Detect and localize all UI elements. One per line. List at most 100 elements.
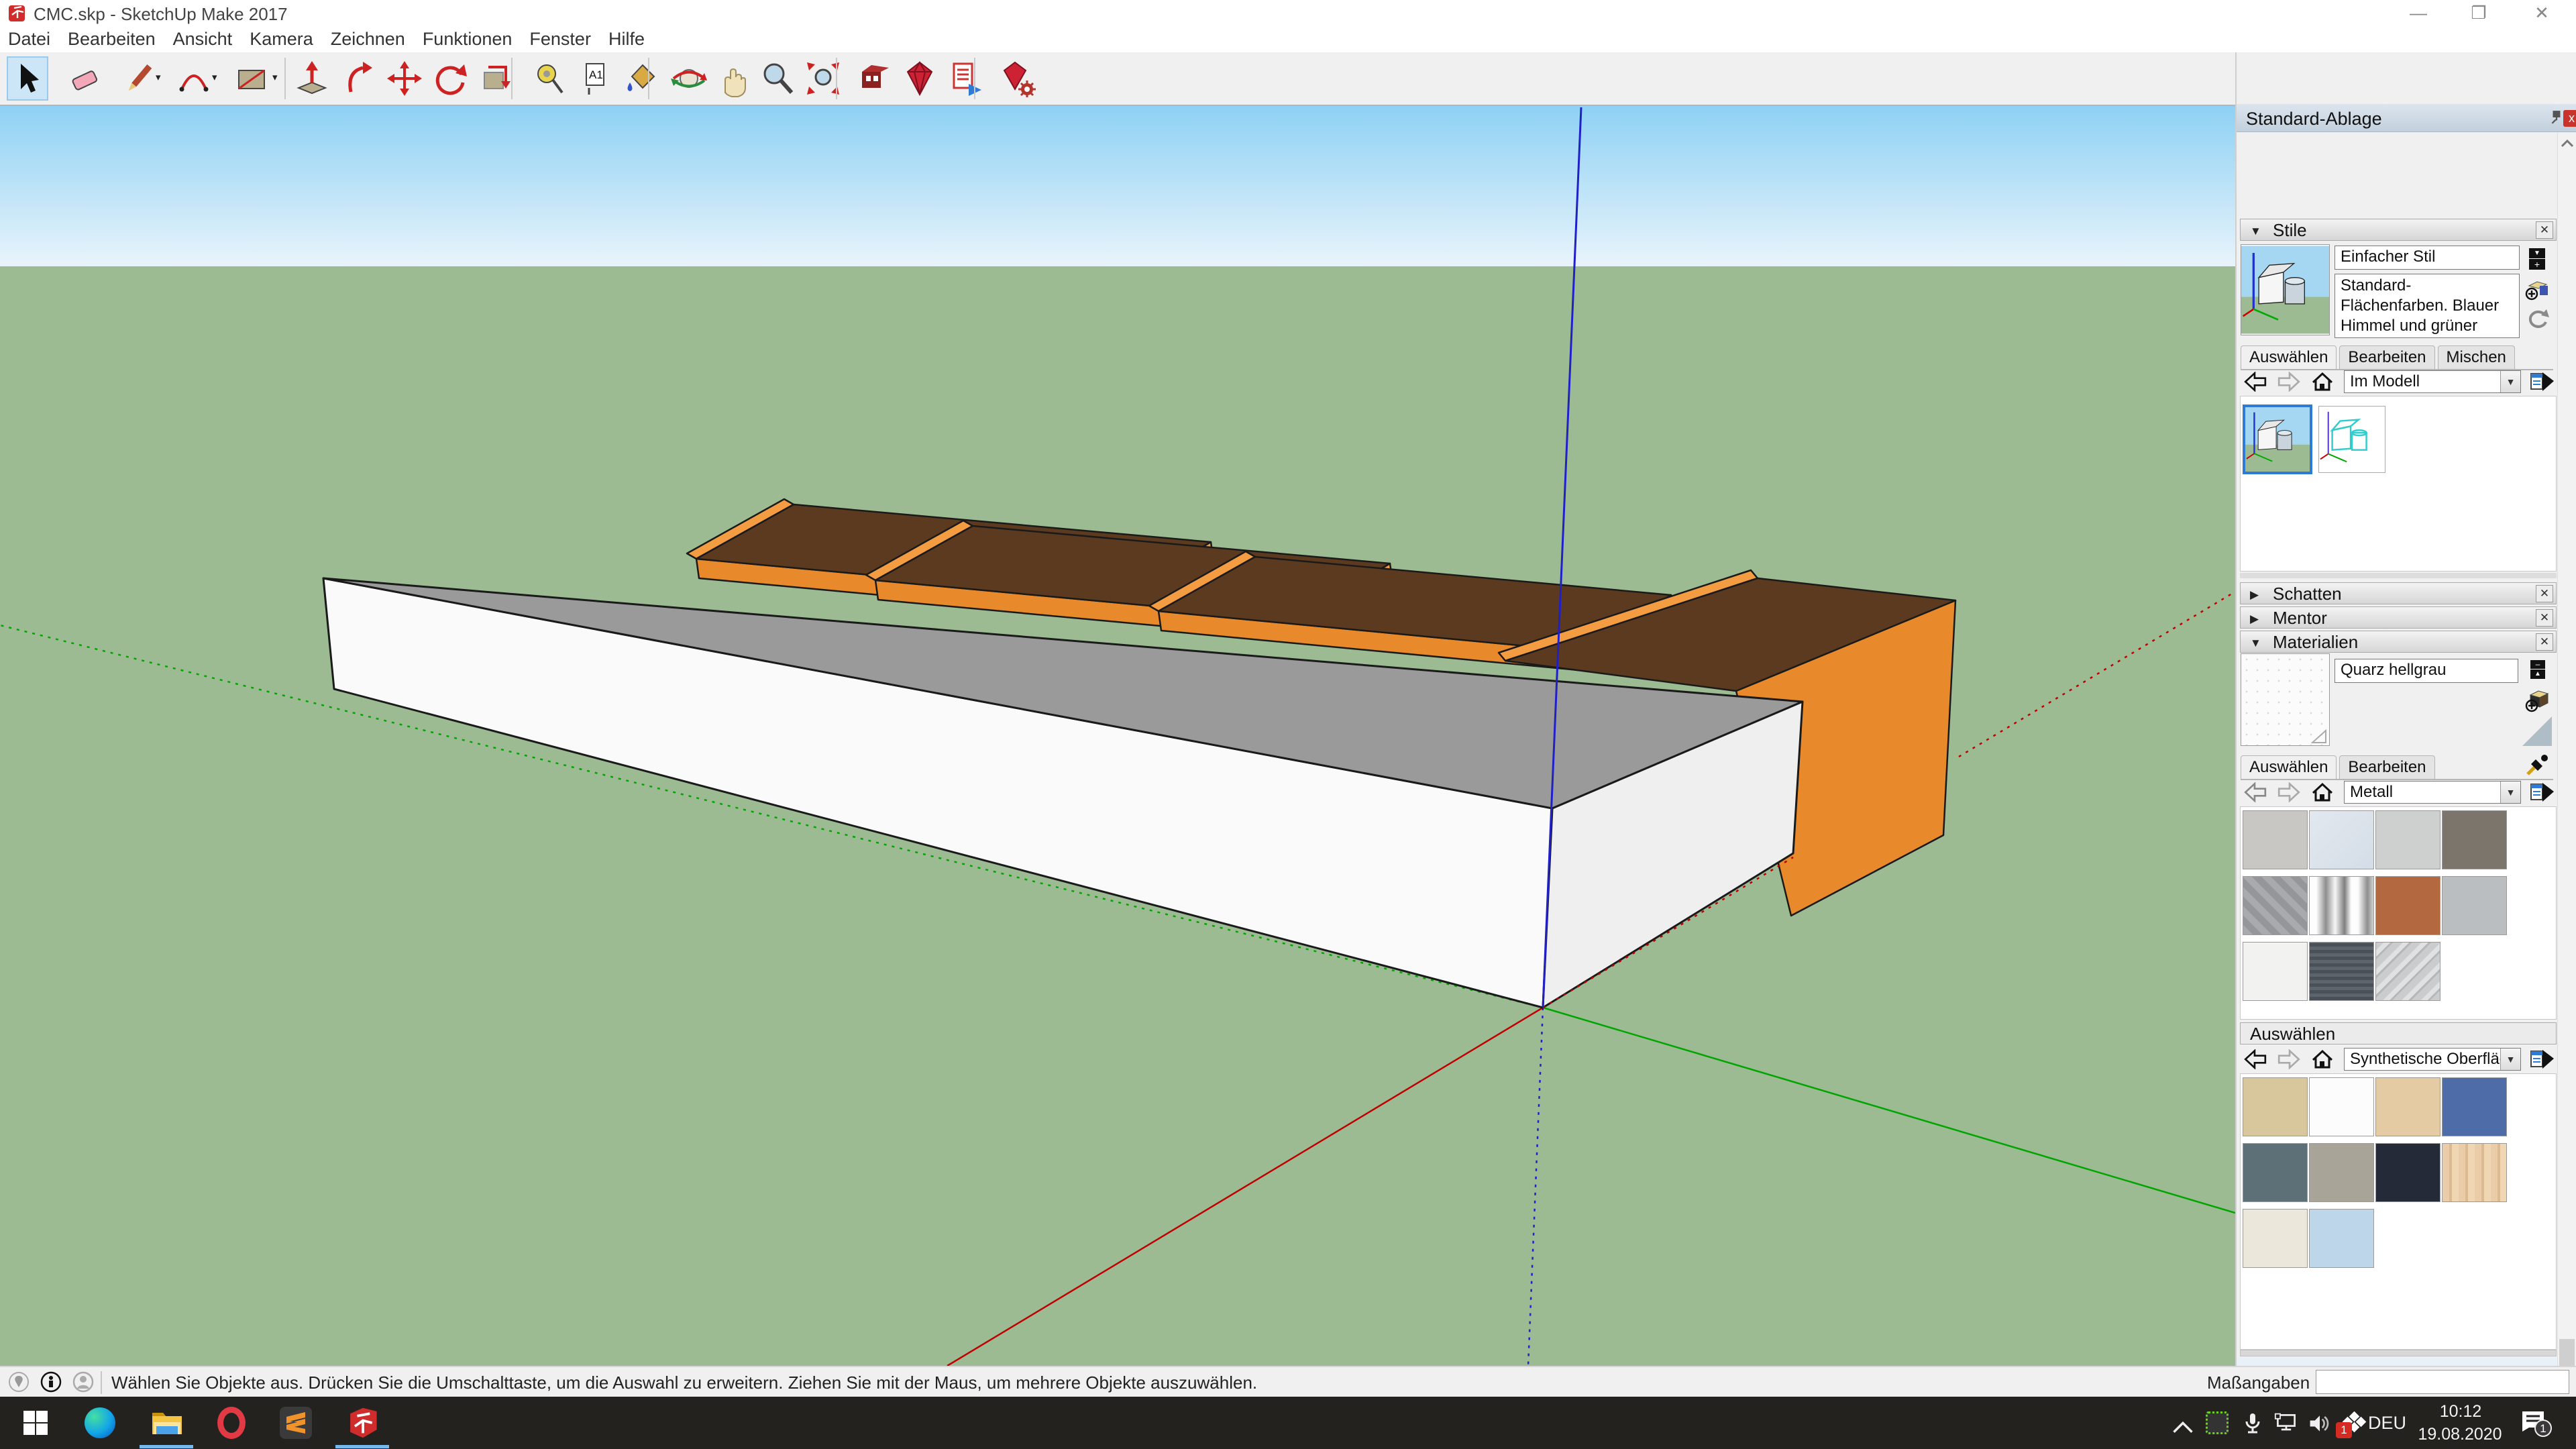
- create-style-icon[interactable]: [2525, 278, 2551, 302]
- home-icon[interactable]: [2310, 372, 2334, 392]
- styles-collection-dropdown[interactable]: Im Modell▼: [2344, 370, 2521, 393]
- style-description-field[interactable]: Standard-Flächenfarben. Blauer Himmel un…: [2334, 274, 2520, 338]
- update-style-icon[interactable]: [2526, 309, 2549, 330]
- tab-mischen[interactable]: Mischen: [2438, 345, 2515, 369]
- section-stile[interactable]: ▼ Stile ✕: [2240, 219, 2557, 241]
- back-icon[interactable]: [2243, 372, 2267, 392]
- details-icon[interactable]: [2530, 1049, 2555, 1070]
- eyedropper-icon[interactable]: [2525, 754, 2549, 777]
- menu-funktionen[interactable]: Funktionen: [423, 29, 513, 50]
- tool-orbit-icon[interactable]: [668, 56, 710, 101]
- notification-center-icon[interactable]: 1: [2520, 1407, 2552, 1438]
- tool-rectangle-dropdown-icon[interactable]: ▾: [272, 71, 278, 83]
- section-schatten-close-icon[interactable]: ✕: [2536, 585, 2553, 602]
- section-stile-close-icon[interactable]: ✕: [2536, 221, 2553, 239]
- material-swatch-synthetik-4[interactable]: [2442, 1077, 2507, 1136]
- tool-rotate-icon[interactable]: [429, 56, 471, 101]
- tool-get-models-icon[interactable]: [899, 56, 941, 101]
- menu-hilfe[interactable]: Hilfe: [608, 29, 645, 50]
- materials-collection-dropdown[interactable]: Metall▼: [2344, 781, 2521, 804]
- tool-zoom-extents-icon[interactable]: [802, 56, 844, 101]
- home-icon[interactable]: [2310, 782, 2334, 802]
- collapse-icon[interactable]: ▼: [2250, 637, 2261, 650]
- active-color-swatch[interactable]: [2521, 715, 2553, 747]
- material-swatch-metall-4[interactable]: [2442, 810, 2507, 869]
- dropbox-icon[interactable]: 1: [2341, 1411, 2368, 1438]
- material-swatch-metall-gewebe[interactable]: [2309, 942, 2374, 1001]
- material-name-field[interactable]: Quarz hellgrau: [2334, 659, 2518, 683]
- mentor-help-icon[interactable]: [40, 1371, 62, 1393]
- menu-bearbeiten[interactable]: Bearbeiten: [68, 29, 156, 50]
- scroll-up-icon[interactable]: [2561, 138, 2574, 149]
- tool-text-icon[interactable]: A1: [576, 56, 617, 101]
- sign-in-icon[interactable]: [72, 1371, 94, 1393]
- material-swatch-metall-gebuerstet[interactable]: [2442, 876, 2507, 935]
- material-swatch-synthetik-2[interactable]: [2309, 1077, 2374, 1136]
- language-indicator[interactable]: DEU: [2368, 1413, 2406, 1434]
- geolocation-icon[interactable]: [8, 1371, 30, 1393]
- section-schatten[interactable]: ▶ Schatten ✕: [2240, 582, 2557, 604]
- horizontal-scrollbar[interactable]: [2240, 1350, 2557, 1356]
- tool-move-icon[interactable]: [384, 56, 425, 101]
- tool-generate-report-icon[interactable]: [945, 56, 986, 101]
- pin-icon[interactable]: [2549, 109, 2564, 125]
- minimize-button[interactable]: —: [2407, 3, 2430, 23]
- dropdown-arrow-icon[interactable]: ▼: [2500, 371, 2520, 392]
- model-viewport[interactable]: [0, 106, 2235, 1366]
- restore-button[interactable]: ❐: [2467, 3, 2490, 23]
- menu-kamera[interactable]: Kamera: [250, 29, 313, 50]
- style-dropdown-add-button[interactable]: ▼ +: [2529, 248, 2545, 270]
- tray-close-icon[interactable]: x: [2563, 110, 2576, 127]
- section-materialien-close-icon[interactable]: ✕: [2536, 633, 2553, 651]
- dropdown-arrow-icon[interactable]: ▼: [2500, 1049, 2520, 1070]
- section-materialien[interactable]: ▼ Materialien ✕: [2240, 631, 2557, 653]
- material-swatch-synthetik-3[interactable]: [2375, 1077, 2440, 1136]
- tool-3d-warehouse-icon[interactable]: [853, 56, 895, 101]
- sketchup-taskbar-icon[interactable]: [345, 1405, 381, 1441]
- back-icon[interactable]: [2243, 1049, 2267, 1069]
- tool-line-dropdown-icon[interactable]: ▾: [156, 71, 161, 83]
- home-icon[interactable]: [2310, 1049, 2334, 1069]
- greenshot-icon[interactable]: [2206, 1411, 2229, 1434]
- start-button[interactable]: [17, 1405, 54, 1441]
- tool-tape-measure-icon[interactable]: [530, 56, 572, 101]
- forward-icon[interactable]: [2277, 372, 2301, 392]
- material-swatch-synthetik-holz[interactable]: [2442, 1143, 2507, 1202]
- create-material-icon[interactable]: [2525, 688, 2551, 712]
- material-swatch-synthetik-10[interactable]: [2309, 1209, 2374, 1268]
- details-icon[interactable]: [2530, 782, 2555, 803]
- styles-list-scrollbar[interactable]: [2240, 573, 2557, 578]
- expand-icon[interactable]: ▶: [2250, 588, 2259, 602]
- close-button[interactable]: ✕: [2530, 3, 2553, 23]
- tool-rectangle-icon[interactable]: [231, 56, 272, 101]
- tool-arc-dropdown-icon[interactable]: ▾: [212, 71, 217, 83]
- opera-browser-icon[interactable]: [213, 1405, 250, 1441]
- section-mentor[interactable]: ▶ Mentor ✕: [2240, 606, 2557, 629]
- material-swatch-metall-2[interactable]: [2309, 810, 2374, 869]
- tool-extension-warehouse-icon[interactable]: [997, 56, 1038, 101]
- edge-browser-icon[interactable]: [82, 1405, 118, 1441]
- tool-follow-me-icon[interactable]: [339, 56, 381, 101]
- secondary-pane-toggle-icon[interactable]: – ▲: [2530, 660, 2545, 679]
- material-swatch-metall-weiss[interactable]: [2243, 942, 2308, 1001]
- expand-icon[interactable]: ▶: [2250, 612, 2259, 626]
- tool-offset-icon[interactable]: [474, 56, 515, 101]
- material-swatch-synthetik-7[interactable]: [2375, 1143, 2440, 1202]
- material-swatch-metall-1[interactable]: [2243, 810, 2308, 869]
- back-icon[interactable]: [2243, 782, 2267, 802]
- forward-icon[interactable]: [2277, 782, 2301, 802]
- volume-icon[interactable]: [2308, 1411, 2332, 1436]
- tab-material-bearbeiten[interactable]: Bearbeiten: [2339, 755, 2434, 779]
- clock-time[interactable]: 10:12: [2420, 1402, 2501, 1421]
- menu-datei[interactable]: Datei: [8, 29, 50, 50]
- collapse-icon[interactable]: ▼: [2250, 225, 2261, 238]
- material-swatch-synthetik-6[interactable]: [2309, 1143, 2374, 1202]
- style-name-field[interactable]: Einfacher Stil: [2334, 246, 2520, 270]
- secondary-collection-dropdown[interactable]: Synthetische Oberfläche▼: [2344, 1048, 2521, 1071]
- material-swatch-synthetik-1[interactable]: [2243, 1077, 2308, 1136]
- material-swatch-metall-kupfer[interactable]: [2375, 876, 2440, 935]
- material-swatch-metall-3[interactable]: [2375, 810, 2440, 869]
- scrollbar-thumb[interactable]: [2559, 1339, 2575, 1367]
- tab-bearbeiten[interactable]: Bearbeiten: [2339, 345, 2434, 369]
- tool-select-icon[interactable]: [7, 56, 48, 101]
